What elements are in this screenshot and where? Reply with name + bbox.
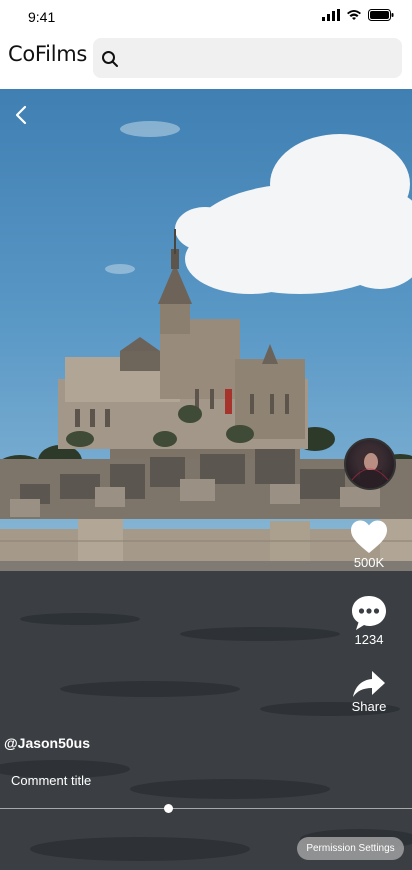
search-input[interactable] [125,38,395,78]
status-icons [322,9,394,21]
status-bar: 9:41 [0,0,412,34]
back-chevron-icon[interactable] [10,103,34,127]
wifi-icon [347,10,361,20]
creator-avatar[interactable] [344,438,396,490]
likes-count: 500K [353,555,385,570]
battery-icon [368,9,394,21]
comment-bubble-icon [352,596,386,630]
comment-button[interactable]: 1234 [339,594,399,647]
like-button[interactable]: 500K [339,519,399,570]
permission-settings-button[interactable]: Permission Settings [297,837,404,860]
avatar-image [351,446,389,488]
video-player[interactable]: 500K 1234 Share @Jason50us Comment title… [0,89,412,870]
signal-icon [322,9,340,21]
search-box[interactable] [93,38,402,78]
app-header: CoFilms [0,34,412,89]
share-arrow-icon [353,671,385,697]
search-icon [102,51,118,67]
share-button[interactable]: Share [339,669,399,714]
app-title: CoFilms [8,42,88,66]
username[interactable]: @Jason50us [4,735,90,751]
status-time: 9:41 [28,9,56,25]
comment-title: Comment title [11,773,92,788]
progress-track[interactable] [0,808,412,809]
share-label: Share [351,699,387,714]
comments-count: 1234 [354,632,384,647]
heart-icon [351,520,387,553]
